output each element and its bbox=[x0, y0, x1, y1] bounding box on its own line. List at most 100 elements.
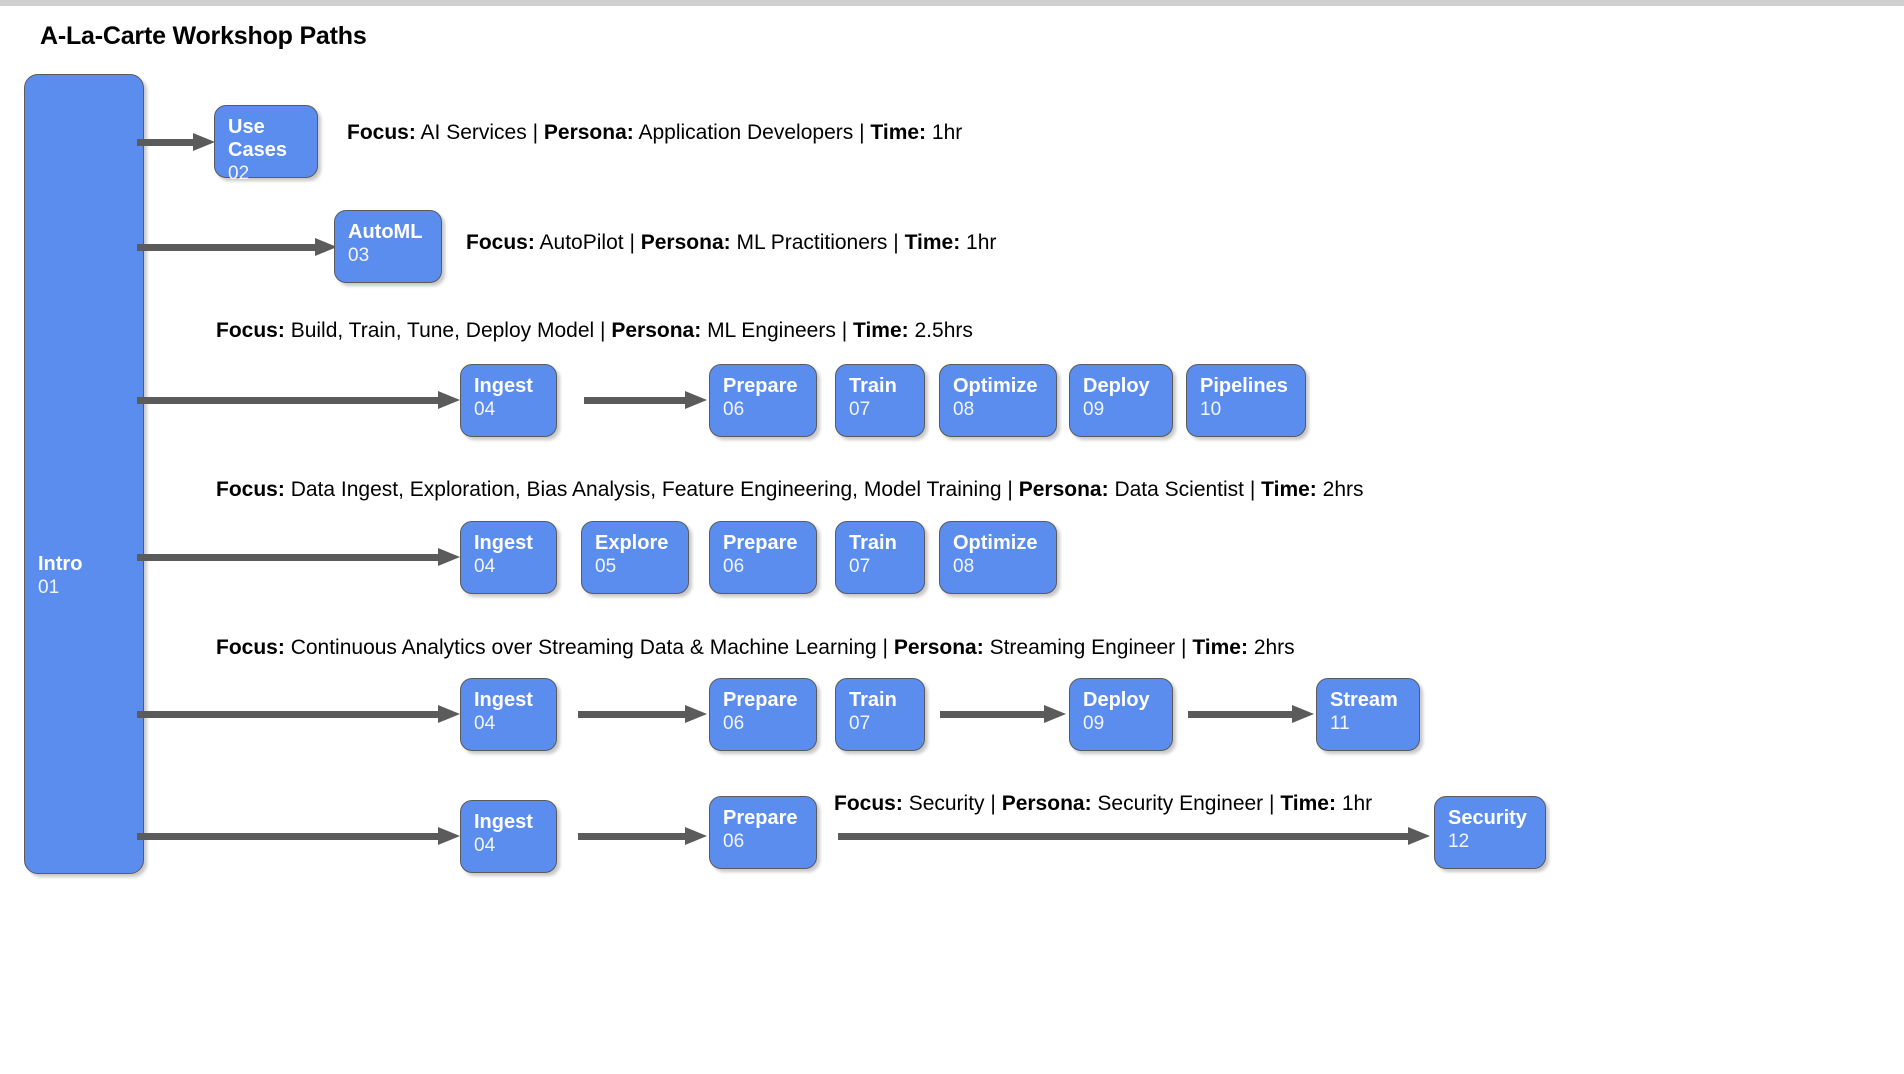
persona-label-row2: Persona: bbox=[640, 231, 731, 254]
node-automl[interactable]: AutoML 03 bbox=[334, 210, 442, 283]
node-ingest-row5-number: 04 bbox=[474, 713, 496, 734]
node-train-row4-number: 07 bbox=[849, 556, 871, 577]
arrow-intro-to-automl bbox=[137, 238, 337, 256]
node-prepare-row5-label: Prepare bbox=[723, 689, 798, 711]
node-explore-row4-label: Explore bbox=[595, 532, 669, 554]
node-ingest-row3[interactable]: Ingest 04 bbox=[460, 364, 557, 437]
path-desc-autopilot: Focus: AutoPilot | Persona: ML Practitio… bbox=[466, 231, 996, 255]
persona-value-row4: Data Scientist bbox=[1114, 478, 1245, 501]
arrow-deploy-to-stream-row5 bbox=[1188, 705, 1316, 723]
node-deploy-row3-label: Deploy bbox=[1083, 375, 1150, 397]
node-pipelines-row3[interactable]: Pipelines 10 bbox=[1186, 364, 1306, 437]
focus-label-row1: Focus: bbox=[347, 121, 416, 144]
persona-value-row3: ML Engineers bbox=[707, 319, 836, 342]
persona-label-row1: Persona: bbox=[543, 121, 634, 144]
node-explore-row4[interactable]: Explore 05 bbox=[581, 521, 689, 594]
focus-label-row4: Focus: bbox=[216, 478, 285, 501]
diagram-canvas: A-La-Carte Workshop Paths Intro 01 Use C… bbox=[0, 0, 1904, 1074]
node-deploy-row5[interactable]: Deploy 09 bbox=[1069, 678, 1173, 751]
time-label-row4: Time: bbox=[1261, 478, 1317, 501]
arrow-prepare-to-security-row6 bbox=[838, 827, 1432, 845]
node-prepare-row6[interactable]: Prepare 06 bbox=[709, 796, 817, 869]
node-use-cases[interactable]: Use Cases 02 bbox=[214, 105, 318, 184]
node-stream-row5-label: Stream bbox=[1330, 689, 1398, 711]
node-prepare-row6-number: 06 bbox=[723, 831, 745, 852]
node-ingest-row6[interactable]: Ingest 04 bbox=[460, 800, 557, 873]
arrow-intro-to-ingest-row5 bbox=[137, 705, 462, 723]
time-value-row4: 2hrs bbox=[1322, 478, 1364, 501]
node-stream-row5[interactable]: Stream 11 bbox=[1316, 678, 1420, 751]
node-ingest-row4-label: Ingest bbox=[474, 532, 533, 554]
page-title: A-La-Carte Workshop Paths bbox=[40, 22, 367, 50]
node-prepare-row4-label: Prepare bbox=[723, 532, 798, 554]
time-value-row2: 1hr bbox=[966, 231, 997, 254]
node-ingest-row3-label: Ingest bbox=[474, 375, 533, 397]
focus-label-row5: Focus: bbox=[216, 636, 285, 659]
node-intro[interactable]: Intro 01 bbox=[24, 74, 144, 874]
node-optimize-row4-number: 08 bbox=[953, 556, 975, 577]
persona-label-row6: Persona: bbox=[1001, 792, 1092, 815]
node-train-row3[interactable]: Train 07 bbox=[835, 364, 925, 437]
sep-row3-a: | bbox=[600, 319, 606, 342]
arrow-ingest-to-prepare-row3 bbox=[584, 391, 709, 409]
node-security-row6-label: Security bbox=[1448, 807, 1527, 829]
focus-label-row6: Focus: bbox=[834, 792, 903, 815]
time-value-row3: 2.5hrs bbox=[914, 319, 973, 342]
time-label-row3: Time: bbox=[853, 319, 909, 342]
node-deploy-row3-number: 09 bbox=[1083, 399, 1105, 420]
persona-value-row6: Security Engineer bbox=[1097, 792, 1264, 815]
persona-label-row3: Persona: bbox=[611, 319, 702, 342]
persona-label-row5: Persona: bbox=[893, 636, 984, 659]
arrow-intro-to-ingest-row4 bbox=[137, 548, 462, 566]
sep-row1-b: | bbox=[859, 121, 865, 144]
node-optimize-row3-number: 08 bbox=[953, 399, 975, 420]
focus-value-row2: AutoPilot bbox=[539, 231, 624, 254]
path-desc-security-engineer: Focus: Security | Persona: Security Engi… bbox=[834, 792, 1372, 816]
node-ingest-row5[interactable]: Ingest 04 bbox=[460, 678, 557, 751]
node-train-row5[interactable]: Train 07 bbox=[835, 678, 925, 751]
arrow-intro-to-ingest-row3 bbox=[137, 391, 462, 409]
node-security-row6[interactable]: Security 12 bbox=[1434, 796, 1546, 869]
path-desc-ml-engineers: Focus: Build, Train, Tune, Deploy Model … bbox=[216, 319, 973, 343]
time-label-row1: Time: bbox=[870, 121, 927, 144]
sep-row6-b: | bbox=[1269, 792, 1275, 815]
arrow-intro-to-ingest-row6 bbox=[137, 827, 462, 845]
node-deploy-row3[interactable]: Deploy 09 bbox=[1069, 364, 1173, 437]
node-prepare-row4-number: 06 bbox=[723, 556, 745, 577]
sep-row2-b: | bbox=[893, 231, 899, 254]
path-desc-data-scientist: Focus: Data Ingest, Exploration, Bias An… bbox=[216, 478, 1364, 502]
focus-label-row2: Focus: bbox=[466, 231, 535, 254]
node-prepare-row5-number: 06 bbox=[723, 713, 745, 734]
time-value-row1: 1hr bbox=[931, 121, 963, 144]
node-stream-row5-number: 11 bbox=[1330, 713, 1350, 734]
node-optimize-row4[interactable]: Optimize 08 bbox=[939, 521, 1057, 594]
node-pipelines-row3-label: Pipelines bbox=[1200, 375, 1288, 397]
focus-value-row6: Security bbox=[908, 792, 985, 815]
node-security-row6-number: 12 bbox=[1448, 831, 1470, 852]
persona-value-row1: Application Developers bbox=[638, 121, 854, 144]
node-deploy-row5-label: Deploy bbox=[1083, 689, 1150, 711]
node-prepare-row4[interactable]: Prepare 06 bbox=[709, 521, 817, 594]
path-desc-streaming-engineer: Focus: Continuous Analytics over Streami… bbox=[216, 636, 1295, 660]
focus-value-row4: Data Ingest, Exploration, Bias Analysis,… bbox=[290, 478, 1008, 501]
node-use-cases-label: Use Cases bbox=[228, 116, 287, 161]
node-ingest-row4[interactable]: Ingest 04 bbox=[460, 521, 557, 594]
node-ingest-row5-label: Ingest bbox=[474, 689, 533, 711]
focus-label-row3: Focus: bbox=[216, 319, 285, 342]
focus-value-row1: AI Services bbox=[420, 121, 527, 144]
node-automl-number: 03 bbox=[348, 245, 370, 266]
node-prepare-row3[interactable]: Prepare 06 bbox=[709, 364, 817, 437]
node-prepare-row5[interactable]: Prepare 06 bbox=[709, 678, 817, 751]
time-label-row2: Time: bbox=[904, 231, 961, 254]
node-intro-number: 01 bbox=[38, 577, 60, 598]
arrow-ingest-to-prepare-row6 bbox=[578, 827, 709, 845]
node-automl-label: AutoML bbox=[348, 221, 423, 243]
node-train-row4[interactable]: Train 07 bbox=[835, 521, 925, 594]
time-value-row6: 1hr bbox=[1341, 792, 1373, 815]
node-train-row3-number: 07 bbox=[849, 399, 871, 420]
node-optimize-row3-label: Optimize bbox=[953, 375, 1038, 397]
node-train-row4-label: Train bbox=[849, 532, 897, 554]
node-optimize-row3[interactable]: Optimize 08 bbox=[939, 364, 1057, 437]
node-train-row5-number: 07 bbox=[849, 713, 871, 734]
focus-value-row5: Continuous Analytics over Streaming Data… bbox=[290, 636, 877, 659]
